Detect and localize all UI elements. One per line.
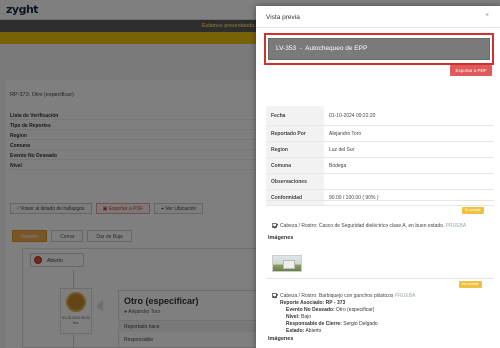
row-label: Reportado Por <box>266 126 324 141</box>
row-label: Conformidad <box>266 190 324 205</box>
info-row-reportado-por: Reportado Por Alejandro Toro <box>266 126 494 142</box>
info-row-region: Region Luz del Sur <box>266 142 494 158</box>
checklist-item: Cabeza / Rostro: Casco de Seguridad diel… <box>272 223 466 229</box>
row-value: 01-10-2024 09:22:20 <box>329 113 376 119</box>
row-value: 90.00 / 100.00 ( 90% ) <box>329 195 379 201</box>
checkmark-icon <box>272 293 277 298</box>
info-row-fecha: Fecha 01-10-2024 09:22:20 <box>266 106 494 126</box>
row-label: Comuna <box>266 158 324 173</box>
divider <box>266 200 494 201</box>
row-label: Fecha <box>266 106 324 125</box>
export-pdf-button[interactable]: Exportar a PDF <box>450 65 492 76</box>
info-row-conformidad: Conformidad 90.00 / 100.00 ( 90% ) <box>266 190 494 206</box>
preview-modal: Vista previa × LV-353 - Autochequeo de E… <box>256 6 500 348</box>
row-label: Observaciones <box>266 174 324 189</box>
checkmark-icon <box>272 223 277 228</box>
row-label: Region <box>266 142 324 157</box>
images-heading: Imágenes <box>268 336 294 342</box>
evidence-thumbnail[interactable] <box>272 255 302 272</box>
status-badge: No cumple <box>459 281 482 288</box>
level: Nivel: Bajo <box>286 314 312 320</box>
close-icon[interactable]: × <box>485 12 489 19</box>
row-value: Luz del Sur <box>329 147 355 153</box>
associated-report: Reporte Asociado: RP - 373 <box>280 300 346 306</box>
row-value: Alejandro Toro <box>329 131 362 137</box>
checklist-title: LV-353 - Autochequeo de EPP <box>276 45 368 52</box>
status-badge: Sí cumple <box>462 207 484 214</box>
modal-header: Vista previa × <box>256 6 500 28</box>
checklist-item: Cabeza / Rostro: Barbiquejo con ganchos … <box>272 293 415 299</box>
checklist-info-table: Fecha 01-10-2024 09:22:20 Reportado Por … <box>266 106 494 206</box>
closure-owner: Responsable de Cierre: Sergio Delgado <box>286 321 378 327</box>
row-value <box>324 174 494 189</box>
images-heading: Imágenes <box>268 235 294 241</box>
modal-title: Vista previa <box>266 14 300 21</box>
info-row-observaciones: Observaciones <box>266 174 494 190</box>
info-row-comuna: Comuna Bodega <box>266 158 494 174</box>
row-value: Bodega <box>329 163 347 169</box>
undesired-event: Evento No Deseado: Otro (especificar) <box>286 307 375 313</box>
report-state: Estado: Abierto <box>286 328 322 334</box>
divider <box>266 278 494 279</box>
